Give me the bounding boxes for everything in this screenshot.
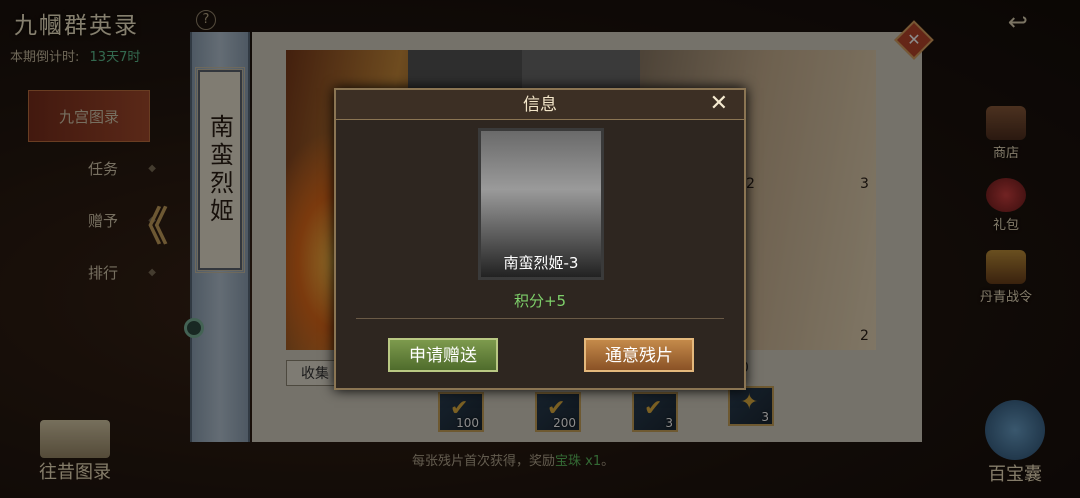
info-dialog: 信息 ✕ 南蛮烈姬-3 积分+5 申请赠送 通意残片 — [334, 88, 746, 390]
dialog-title: 信息 — [336, 90, 744, 120]
divider — [356, 318, 724, 319]
fragment-name: 南蛮烈姬-3 — [503, 254, 579, 272]
request-gift-button[interactable]: 申请赠送 — [388, 338, 498, 372]
fragment-card: 南蛮烈姬-3 — [478, 128, 604, 280]
score-gain: 积分+5 — [513, 292, 567, 310]
generic-fragment-button[interactable]: 通意残片 — [584, 338, 694, 372]
close-icon[interactable]: ✕ — [710, 91, 728, 116]
